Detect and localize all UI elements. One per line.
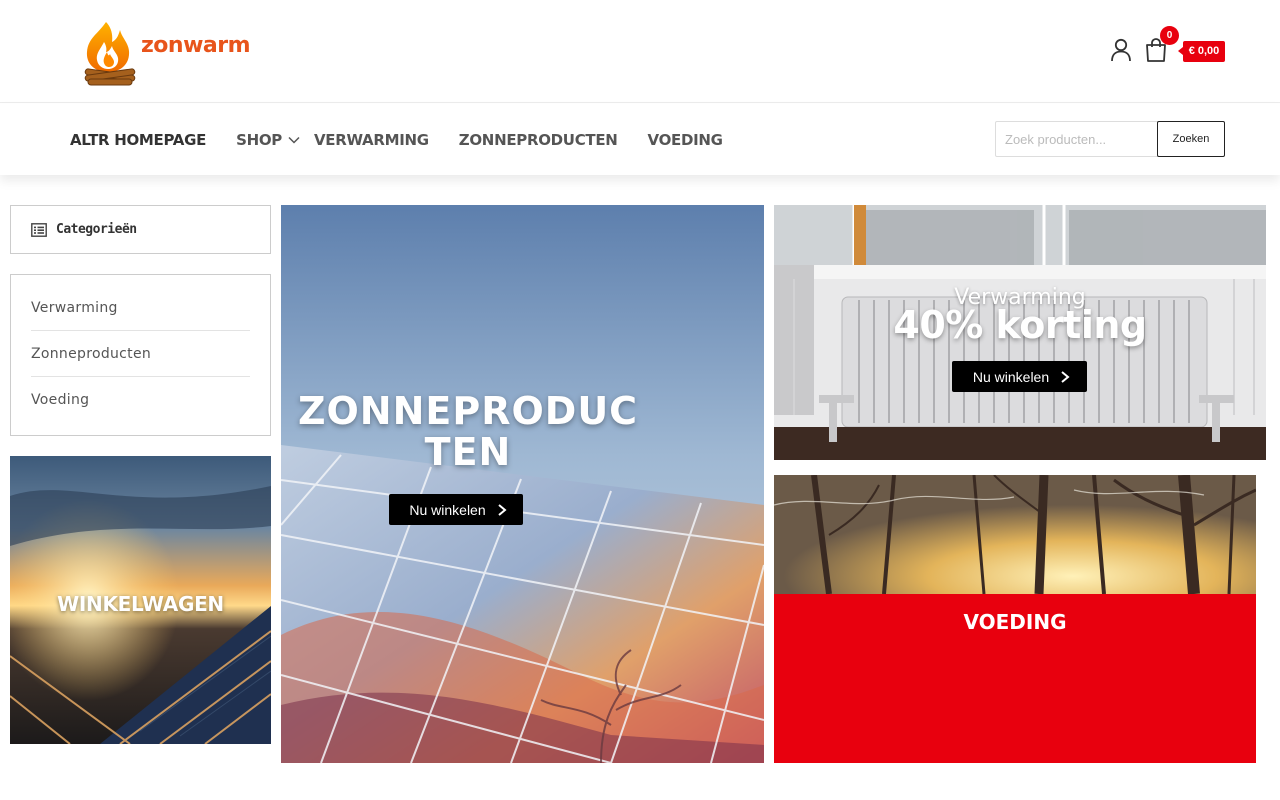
nav-item-shop-label: SHOP [236,130,282,149]
solar-panel-image [281,205,764,763]
banner-verwarming[interactable]: Verwarming 40% korting Nu winkelen [774,205,1266,460]
banner-voeding-title: VOEDING [963,610,1067,634]
banner-verwarming-title: 40% korting [893,303,1147,347]
banner-zonneproducten[interactable]: ZONNEPRODUCTEN Nu winkelen [281,205,764,763]
verwarming-shop-button[interactable]: Nu winkelen [952,361,1087,392]
flame-logo-icon [84,22,136,86]
search-button[interactable]: Zoeken [1157,121,1225,157]
categories-toggle[interactable]: Categorieën [10,205,271,254]
cart-count-badge[interactable]: 0 [1160,26,1179,45]
chevron-right-icon [1061,370,1070,383]
site-logo[interactable]: zonwarm [82,20,272,88]
chevron-right-icon [497,503,507,516]
nav-item-voeding[interactable]: VOEDING [648,131,723,149]
nav-item-shop[interactable]: SHOP [236,131,300,149]
cart-total-badge[interactable]: € 0,00 [1178,41,1225,62]
main-navigation: ALTR HOMEPAGE SHOP VERWARMING ZONNEPRODU… [0,104,1280,175]
banner-voeding[interactable]: VOEDING [774,475,1256,763]
category-item-verwarming[interactable]: Verwarming [31,285,250,331]
category-item-zonneproducten[interactable]: Zonneproducten [31,331,250,377]
categories-heading: Categorieën [56,222,137,237]
banner-winkelwagen[interactable]: WINKELWAGEN [10,456,271,744]
user-icon[interactable] [1110,38,1132,62]
winter-forest-image [774,475,1256,594]
nav-item-altr-homepage[interactable]: ALTR HOMEPAGE [70,131,206,149]
nav-item-zonneproducten[interactable]: ZONNEPRODUCTEN [459,131,618,149]
list-icon [31,222,47,237]
banner-zonneproducten-title: ZONNEPRODUCTEN [297,389,639,474]
nav-item-verwarming[interactable]: VERWARMING [314,131,429,149]
search-input[interactable] [995,121,1158,157]
verwarming-shop-button-label: Nu winkelen [972,368,1050,385]
chevron-down-icon [288,136,300,144]
zonneproducten-shop-button-label: Nu winkelen [409,501,486,518]
site-header: zonwarm 0 € 0,00 [0,0,1280,103]
category-item-voeding[interactable]: Voeding [31,377,250,423]
category-list: Verwarming Zonneproducten Voeding [10,274,271,436]
banner-winkelwagen-title: WINKELWAGEN [57,592,224,616]
logo-text: zonwarm [141,32,251,58]
zonneproducten-shop-button[interactable]: Nu winkelen [389,494,523,525]
